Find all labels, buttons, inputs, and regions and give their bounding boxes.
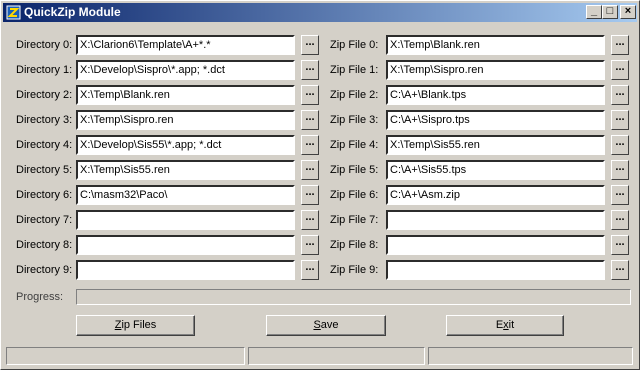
directory-input-8[interactable] — [76, 235, 295, 255]
directory-label-1: Directory 1: — [16, 64, 73, 76]
directory-label-8: Directory 8: — [16, 239, 73, 251]
status-pane-2 — [248, 347, 425, 365]
zip-file-label-2: Zip File 2: — [330, 89, 379, 101]
directory-input-4[interactable]: X:\Develop\Sis55\*.app; *.dct — [76, 135, 295, 155]
app-icon — [6, 5, 21, 20]
directory-input-1[interactable]: X:\Develop\Sispro\*.app; *.dct — [76, 60, 295, 80]
directory-browse-button-3[interactable]: ... — [301, 110, 319, 130]
directory-browse-button-4[interactable]: ... — [301, 135, 319, 155]
zip-files-button[interactable]: Zip Files — [76, 315, 195, 336]
zip-file-input-2[interactable]: C:\A+\Blank.tps — [386, 85, 605, 105]
exit-button[interactable]: Exit — [446, 315, 564, 336]
zip-file-browse-button-5[interactable]: ... — [611, 160, 629, 180]
progress-label: Progress: — [16, 291, 64, 303]
directory-browse-button-2[interactable]: ... — [301, 85, 319, 105]
zip-file-label-3: Zip File 3: — [330, 114, 379, 126]
zip-file-input-6[interactable]: C:\A+\Asm.zip — [386, 185, 605, 205]
zip-file-label-0: Zip File 0: — [330, 39, 379, 51]
zip-file-label-7: Zip File 7: — [330, 214, 379, 226]
zip-file-browse-button-1[interactable]: ... — [611, 60, 629, 80]
zip-file-input-4[interactable]: X:\Temp\Sis55.ren — [386, 135, 605, 155]
directory-label-9: Directory 9: — [16, 264, 73, 276]
directory-label-6: Directory 6: — [16, 189, 73, 201]
directory-browse-button-1[interactable]: ... — [301, 60, 319, 80]
maximize-icon: □ — [606, 5, 614, 17]
close-button[interactable]: × — [620, 5, 636, 19]
directory-label-4: Directory 4: — [16, 139, 73, 151]
title-bar[interactable]: QuickZip Module — [3, 3, 637, 22]
zip-file-browse-button-3[interactable]: ... — [611, 110, 629, 130]
zip-file-input-8[interactable] — [386, 235, 605, 255]
zip-file-input-0[interactable]: X:\Temp\Blank.ren — [386, 35, 605, 55]
save-hotkey: S — [313, 319, 321, 331]
zip-file-browse-button-0[interactable]: ... — [611, 35, 629, 55]
zip-file-label-8: Zip File 8: — [330, 239, 379, 251]
zip-file-label-1: Zip File 1: — [330, 64, 379, 76]
exit-label-post: it — [508, 319, 515, 331]
zip-file-browse-button-8[interactable]: ... — [611, 235, 629, 255]
directory-input-7[interactable] — [76, 210, 295, 230]
window-title: QuickZip Module — [24, 5, 121, 19]
zip-file-input-9[interactable] — [386, 260, 605, 280]
directory-input-9[interactable] — [76, 260, 295, 280]
directory-label-2: Directory 2: — [16, 89, 73, 101]
zip-file-label-9: Zip File 9: — [330, 264, 379, 276]
directory-label-5: Directory 5: — [16, 164, 73, 176]
zip-file-input-3[interactable]: C:\A+\Sispro.tps — [386, 110, 605, 130]
save-label: ave — [320, 319, 339, 331]
directory-browse-button-6[interactable]: ... — [301, 185, 319, 205]
zip-file-input-7[interactable] — [386, 210, 605, 230]
directory-input-3[interactable]: X:\Temp\Sispro.ren — [76, 110, 295, 130]
directory-browse-button-9[interactable]: ... — [301, 260, 319, 280]
directory-input-5[interactable]: X:\Temp\Sis55.ren — [76, 160, 295, 180]
status-pane-1 — [6, 347, 245, 365]
zip-file-browse-button-4[interactable]: ... — [611, 135, 629, 155]
zip-file-label-5: Zip File 5: — [330, 164, 379, 176]
directory-label-7: Directory 7: — [16, 214, 73, 226]
directory-label-0: Directory 0: — [16, 39, 73, 51]
progress-bar — [76, 289, 631, 305]
zip-file-label-6: Zip File 6: — [330, 189, 379, 201]
directory-browse-button-8[interactable]: ... — [301, 235, 319, 255]
directory-browse-button-0[interactable]: ... — [301, 35, 319, 55]
zip-label: ip Files — [121, 319, 157, 331]
close-icon: × — [624, 5, 632, 17]
zip-file-label-4: Zip File 4: — [330, 139, 379, 151]
zip-file-browse-button-9[interactable]: ... — [611, 260, 629, 280]
quickzip-window: QuickZip Module _ □ × Directory 0: X:\Cla… — [0, 0, 640, 370]
directory-label-3: Directory 3: — [16, 114, 73, 126]
zip-file-input-5[interactable]: C:\A+\Sis55.tps — [386, 160, 605, 180]
directory-input-2[interactable]: X:\Temp\Blank.ren — [76, 85, 295, 105]
directory-browse-button-7[interactable]: ... — [301, 210, 319, 230]
directory-input-6[interactable]: C:\masm32\Paco\ — [76, 185, 295, 205]
zip-file-input-1[interactable]: X:\Temp\Sispro.ren — [386, 60, 605, 80]
zip-file-browse-button-7[interactable]: ... — [611, 210, 629, 230]
minimize-icon: _ — [590, 5, 598, 17]
zip-file-browse-button-6[interactable]: ... — [611, 185, 629, 205]
status-pane-3 — [428, 347, 633, 365]
maximize-button[interactable]: □ — [602, 5, 618, 19]
minimize-button[interactable]: _ — [586, 5, 602, 19]
directory-browse-button-5[interactable]: ... — [301, 160, 319, 180]
save-button[interactable]: Save — [266, 315, 386, 336]
directory-input-0[interactable]: X:\Clarion6\Template\A+*.* — [76, 35, 295, 55]
zip-file-browse-button-2[interactable]: ... — [611, 85, 629, 105]
